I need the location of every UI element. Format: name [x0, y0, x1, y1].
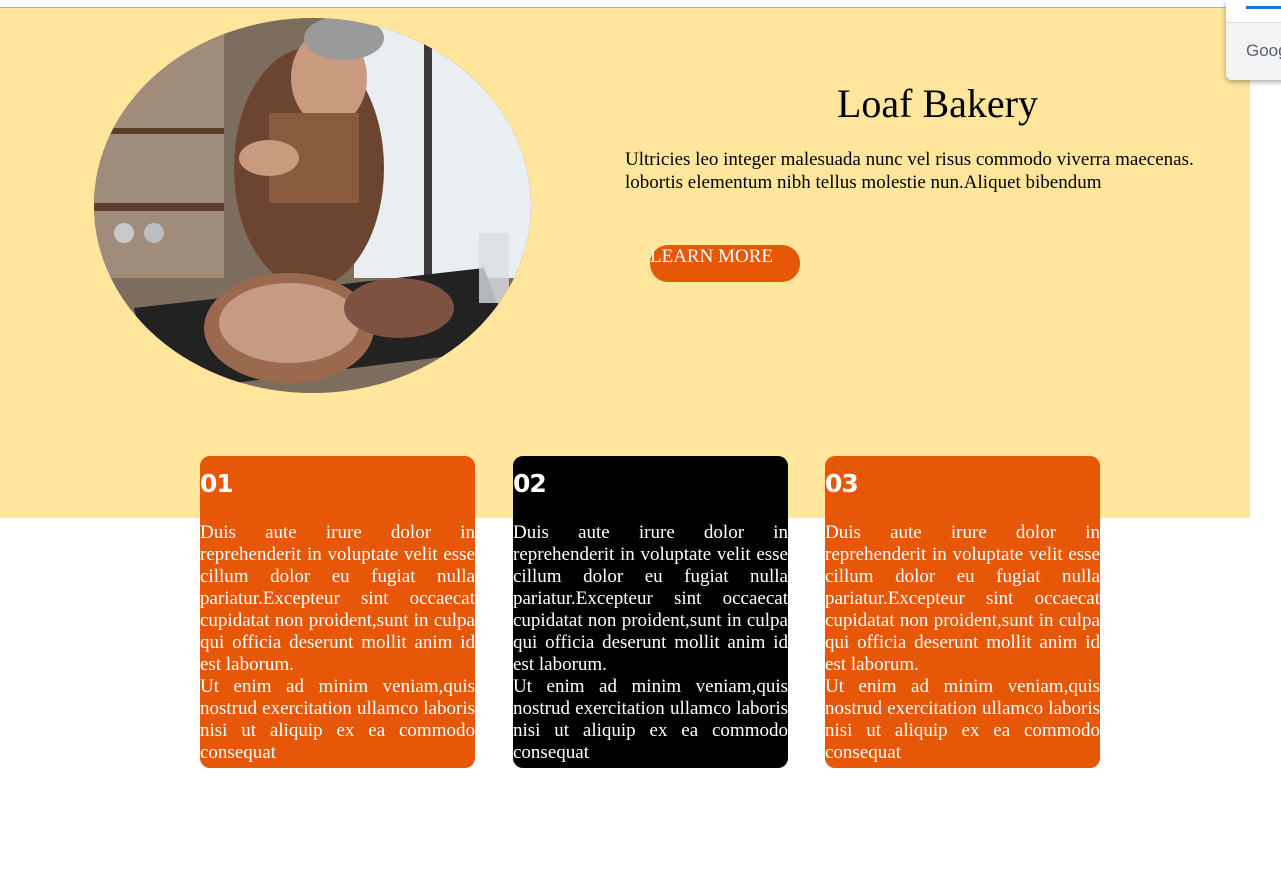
- page-title: Loaf Bakery: [836, 81, 1038, 126]
- google-popup[interactable]: Goog: [1226, 0, 1281, 80]
- baker-photo: [94, 18, 531, 393]
- card-text: Duis aute irure dolor in reprehenderit i…: [200, 522, 475, 764]
- learn-more-label: LEARN MORE: [650, 246, 773, 267]
- card-paragraph: Duis aute irure dolor in reprehenderit i…: [825, 522, 1100, 675]
- card-number: 03: [825, 469, 859, 498]
- learn-more-button[interactable]: LEARN MORE: [650, 245, 800, 282]
- hero-description: Ultricies leo integer malesuada nunc vel…: [625, 149, 1194, 193]
- card-text: Duis aute irure dolor in reprehenderit i…: [513, 522, 788, 764]
- card-paragraph: Ut enim ad minim veniam,quis nostrud exe…: [200, 676, 475, 763]
- feature-card-2: 02 Duis aute irure dolor in reprehenderi…: [513, 456, 788, 768]
- card-text: Duis aute irure dolor in reprehenderit i…: [825, 522, 1100, 764]
- feature-card-3: 03 Duis aute irure dolor in reprehenderi…: [825, 456, 1100, 768]
- top-border: [0, 0, 1281, 8]
- popup-label: Goog: [1246, 41, 1281, 60]
- card-paragraph: Duis aute irure dolor in reprehenderit i…: [200, 522, 475, 675]
- card-number: 01: [200, 469, 234, 498]
- card-paragraph: Ut enim ad minim veniam,quis nostrud exe…: [825, 676, 1100, 763]
- card-paragraph: Duis aute irure dolor in reprehenderit i…: [513, 522, 788, 675]
- popup-accent-bar: [1246, 6, 1281, 9]
- card-number: 02: [513, 469, 547, 498]
- feature-card-1: 01 Duis aute irure dolor in reprehenderi…: [200, 456, 475, 768]
- card-paragraph: Ut enim ad minim veniam,quis nostrud exe…: [513, 676, 788, 763]
